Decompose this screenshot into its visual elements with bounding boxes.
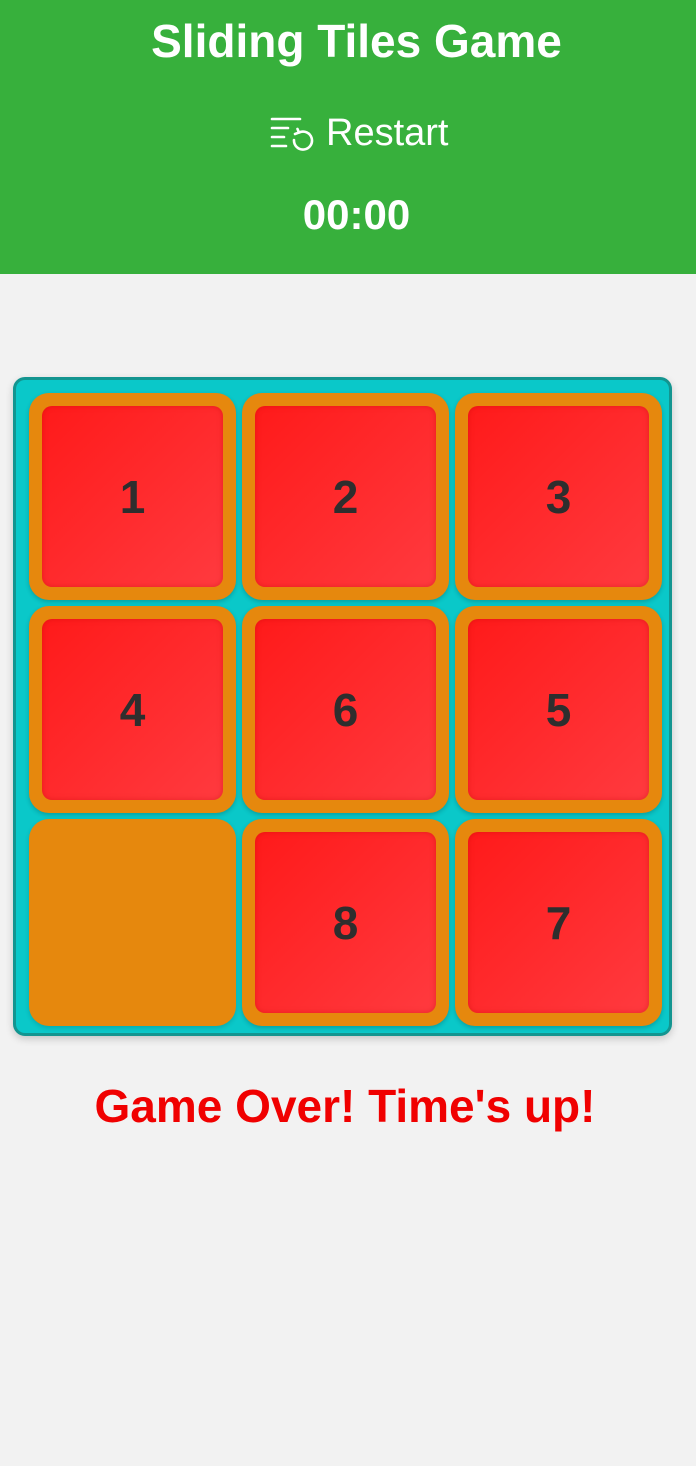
restart-button[interactable]: Restart	[270, 108, 448, 158]
tile-number: 7	[468, 832, 649, 1013]
tile[interactable]: 4	[29, 606, 236, 813]
tile[interactable]: 8	[242, 819, 449, 1026]
empty-tile[interactable]	[29, 819, 236, 1026]
header: Sliding Tiles Game Restart 00:00	[0, 0, 696, 274]
tile-number: 6	[255, 619, 436, 800]
tile[interactable]: 5	[455, 606, 662, 813]
tile[interactable]: 1	[29, 393, 236, 600]
tile-number: 4	[42, 619, 223, 800]
tile[interactable]: 6	[242, 606, 449, 813]
tile-number: 8	[255, 832, 436, 1013]
game-board: 1 2 3 4 6 5 8 7	[13, 377, 672, 1036]
restart-icon	[270, 117, 314, 151]
tile[interactable]: 2	[242, 393, 449, 600]
tile-number: 2	[255, 406, 436, 587]
tile-number: 3	[468, 406, 649, 587]
tile[interactable]: 3	[455, 393, 662, 600]
restart-label: Restart	[326, 112, 449, 154]
game-over-message: Game Over! Time's up!	[94, 1080, 596, 1132]
tile[interactable]: 7	[455, 819, 662, 1026]
tile-number: 1	[42, 406, 223, 587]
timer: 00:00	[302, 191, 411, 238]
tile-number: 5	[468, 619, 649, 800]
game-title: Sliding Tiles Game	[151, 15, 562, 67]
